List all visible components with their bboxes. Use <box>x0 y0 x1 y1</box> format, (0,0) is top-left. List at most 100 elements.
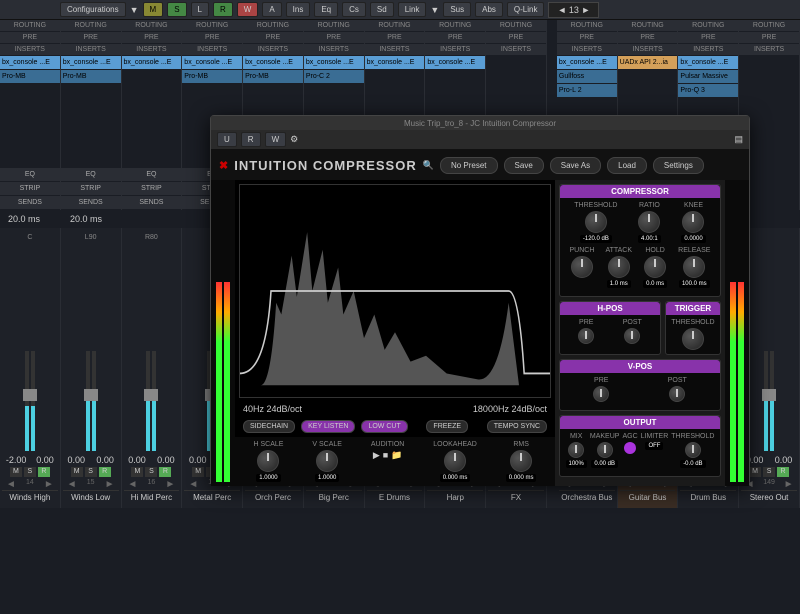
strip-row[interactable]: SENDS <box>122 196 182 210</box>
keylisten-button[interactable]: KEY LISTEN <box>301 420 355 433</box>
mix-knob[interactable]: MIX100% <box>566 433 587 468</box>
qlink-button[interactable]: Q-Link <box>507 2 545 17</box>
pan-value[interactable]: R80 <box>145 234 158 241</box>
hpos-pre-knob[interactable]: PRE <box>578 319 594 344</box>
track-name[interactable]: Guitar Bus <box>620 490 676 504</box>
insert-slot[interactable]: bx_console ...E <box>122 56 182 70</box>
fader[interactable] <box>146 243 156 455</box>
insert-slot[interactable]: Pro-MB <box>0 70 60 84</box>
track-name[interactable]: Big Perc <box>306 490 362 504</box>
ins-button[interactable]: Ins <box>286 2 311 17</box>
track-name[interactable]: FX <box>488 490 544 504</box>
sus-button[interactable]: Sus <box>443 2 471 17</box>
lowcut-button[interactable]: LOW CUT <box>361 420 407 433</box>
w-button[interactable]: W <box>237 2 259 17</box>
release-knob[interactable]: RELEASE100.0 ms <box>678 247 710 288</box>
fader[interactable] <box>764 236 774 455</box>
bypass-button[interactable]: U <box>217 132 237 147</box>
strip-row[interactable]: STRIP <box>61 182 121 196</box>
hscale-knob[interactable]: H SCALE1.0000 <box>253 441 283 482</box>
freeze-button[interactable]: FREEZE <box>426 420 468 433</box>
vscale-knob[interactable]: V SCALE1.0000 <box>312 441 342 482</box>
insert-slot[interactable]: Pro-L 2 <box>557 84 617 98</box>
insert-slot[interactable]: Pro-Q 3 <box>678 84 738 98</box>
knee-knob[interactable]: KNEE0.0000 <box>681 202 705 243</box>
strip-row[interactable]: EQ <box>61 168 121 182</box>
agc-button[interactable]: AGC <box>622 433 637 468</box>
fader[interactable] <box>25 243 35 455</box>
insert-slot[interactable]: Pro-MB <box>243 70 303 84</box>
fader[interactable] <box>86 243 96 455</box>
track-name[interactable]: Winds High <box>2 490 58 504</box>
m-button[interactable]: M <box>131 467 143 477</box>
config-dropdown[interactable]: Configurations <box>60 2 126 17</box>
r-button[interactable]: R <box>777 467 789 477</box>
limiter-button[interactable]: LIMITEROFF <box>641 433 669 468</box>
strip-row[interactable]: STRIP <box>122 182 182 196</box>
save-button[interactable]: Save <box>504 157 544 174</box>
settings-button[interactable]: Settings <box>653 157 704 174</box>
sd-button[interactable]: Sd <box>370 2 394 17</box>
strip-row[interactable]: SENDS <box>0 196 60 210</box>
insert-slot[interactable]: Gullfoss <box>557 70 617 84</box>
m-button[interactable]: M <box>749 467 761 477</box>
insert-slot[interactable]: bx_console ...E <box>304 56 364 70</box>
insert-slot[interactable]: bx_console ...E <box>0 56 60 70</box>
read-button[interactable]: R <box>241 132 261 147</box>
punch-knob[interactable]: PUNCH <box>570 247 595 288</box>
r-button[interactable]: R <box>213 2 233 17</box>
threshold-knob[interactable]: THRESHOLD-120.0 dB <box>574 202 617 243</box>
r-button[interactable]: R <box>38 467 50 477</box>
cs-button[interactable]: Cs <box>342 2 366 17</box>
track-name[interactable]: Orch Perc <box>245 490 301 504</box>
m-button[interactable]: M <box>192 467 204 477</box>
pan-value[interactable]: L90 <box>85 234 97 241</box>
hold-knob[interactable]: HOLD0.0 ms <box>643 247 667 288</box>
s-button[interactable]: S <box>763 467 775 477</box>
link-button[interactable]: Link <box>398 2 427 17</box>
track-name[interactable]: E Drums <box>367 490 423 504</box>
m-button[interactable]: M <box>143 2 164 17</box>
sidechain-button[interactable]: SIDECHAIN <box>243 420 295 433</box>
track-nav[interactable]: ◄14► <box>2 479 58 490</box>
strip-row[interactable]: SENDS <box>61 196 121 210</box>
insert-slot[interactable]: bx_console ...E <box>243 56 303 70</box>
s-button[interactable]: S <box>85 467 97 477</box>
track-name[interactable]: Winds Low <box>63 490 119 504</box>
pan-value[interactable]: C <box>27 234 32 241</box>
saveas-button[interactable]: Save As <box>550 157 601 174</box>
insert-slot[interactable]: Pro-MB <box>182 70 242 84</box>
insert-slot[interactable]: bx_console ...E <box>557 56 617 70</box>
track-nav[interactable]: ◄16► <box>124 479 180 490</box>
insert-slot[interactable]: bx_console ...E <box>182 56 242 70</box>
insert-slot[interactable]: bx_console ...E <box>61 56 121 70</box>
track-nav[interactable]: ◄15► <box>63 479 119 490</box>
play-icon[interactable]: ▶ <box>373 450 380 461</box>
temposync-button[interactable]: TEMPO SYNC <box>487 420 547 433</box>
lookahead-knob[interactable]: LOOKAHEAD0.000 ms <box>433 441 477 482</box>
insert-slot[interactable]: Pro-C 2 <box>304 70 364 84</box>
insert-slot[interactable]: UADx API 2...ia <box>618 56 678 70</box>
insert-slot[interactable]: bx_console ...E <box>678 56 738 70</box>
channel-number[interactable]: ◄ 13 ► <box>548 2 599 18</box>
stop-icon[interactable]: ■ <box>383 450 388 461</box>
vpos-pre-knob[interactable]: PRE <box>593 377 609 402</box>
track-name[interactable]: Hi Mid Perc <box>124 490 180 504</box>
l-button[interactable]: L <box>191 2 209 17</box>
trigger-knob[interactable]: THRESHOLD <box>670 319 716 350</box>
m-button[interactable]: M <box>71 467 83 477</box>
insert-slot[interactable]: bx_console ...E <box>365 56 425 70</box>
eq-button[interactable]: Eq <box>314 2 338 17</box>
s-button[interactable]: S <box>145 467 157 477</box>
s-button[interactable]: S <box>167 2 186 17</box>
strip-row[interactable]: STRIP <box>0 182 60 196</box>
search-icon[interactable]: 🔍 <box>423 160 434 171</box>
gear-icon[interactable]: ⚙ <box>290 134 298 145</box>
out-threshold-knob[interactable]: THRESHOLD-0.0 dB <box>671 433 714 468</box>
track-name[interactable]: Harp <box>427 490 483 504</box>
m-button[interactable]: M <box>10 467 22 477</box>
a-button[interactable]: A <box>262 2 281 17</box>
vpos-post-knob[interactable]: POST <box>668 377 687 402</box>
load-button[interactable]: Load <box>607 157 647 174</box>
folder-icon[interactable]: 📁 <box>391 450 402 461</box>
